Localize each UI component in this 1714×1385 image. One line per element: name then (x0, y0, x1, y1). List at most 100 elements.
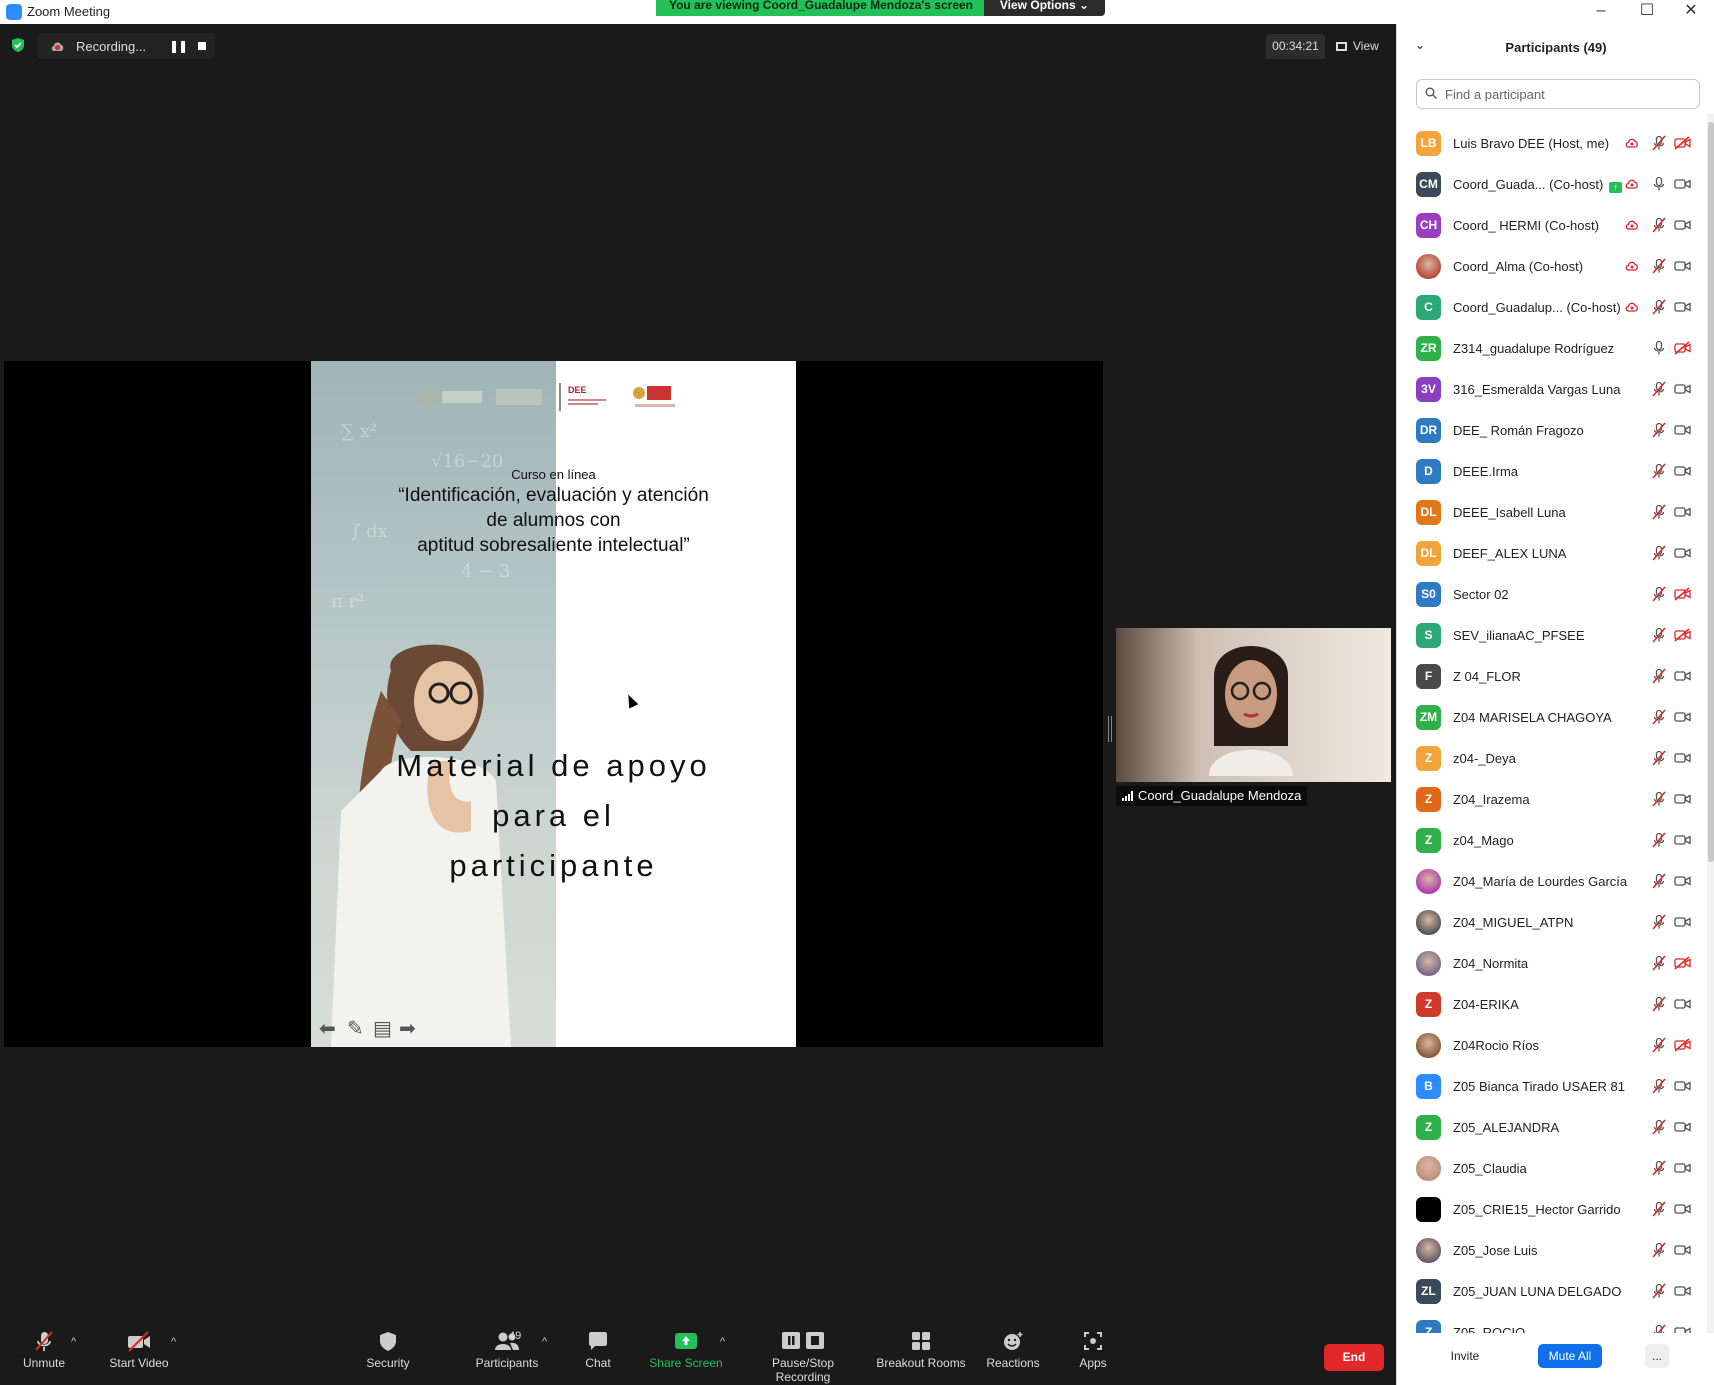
video-icon[interactable] (1674, 1161, 1691, 1175)
participants-scrollbar[interactable] (1707, 114, 1714, 1334)
view-button[interactable]: View (1336, 34, 1388, 59)
video-off-icon[interactable] (1674, 956, 1691, 970)
share-options-caret-icon[interactable]: ^ (720, 1336, 725, 1348)
participant-row[interactable]: ZR Z314_guadalupe Rodríguez (1397, 328, 1707, 369)
participant-row[interactable]: F Z 04_FLOR (1397, 656, 1707, 697)
participant-row[interactable]: DL DEEE_Isabell Luna (1397, 492, 1707, 533)
view-options-button[interactable]: View Options ⌄ (984, 0, 1105, 16)
mute-all-button[interactable]: Mute All (1538, 1344, 1602, 1368)
participant-row[interactable]: CM Coord_Guada... (Co-host) ↑ (1397, 164, 1707, 205)
mic-muted-icon[interactable] (1651, 791, 1667, 807)
video-icon[interactable] (1674, 792, 1691, 806)
breakout-rooms-button[interactable]: Breakout Rooms (876, 1330, 966, 1370)
mic-muted-icon[interactable] (1651, 545, 1667, 561)
video-icon[interactable] (1674, 751, 1691, 765)
video-icon[interactable] (1674, 300, 1691, 314)
mic-muted-icon[interactable] (1651, 873, 1667, 889)
mic-muted-icon[interactable] (1651, 504, 1667, 520)
minimize-button[interactable]: – (1578, 0, 1624, 24)
mic-muted-icon[interactable] (1651, 955, 1667, 971)
resize-handle[interactable] (1108, 716, 1112, 742)
mic-muted-icon[interactable] (1651, 299, 1667, 315)
mic-muted-icon[interactable] (1651, 996, 1667, 1012)
participant-row[interactable]: D DEEE.Irma (1397, 451, 1707, 492)
end-meeting-button[interactable]: End (1324, 1344, 1384, 1371)
participant-row[interactable]: Z04Rocio Ríos (1397, 1025, 1707, 1066)
video-icon[interactable] (1674, 259, 1691, 273)
video-icon[interactable] (1674, 874, 1691, 888)
previous-slide-icon[interactable]: ⬅ (319, 1016, 336, 1041)
participant-row[interactable]: Coord_Alma (Co-host) (1397, 246, 1707, 287)
participants-options-caret-icon[interactable]: ^ (542, 1336, 547, 1348)
mic-muted-icon[interactable] (1651, 422, 1667, 438)
participant-row[interactable]: Z Z05_ROCIO (1397, 1312, 1707, 1333)
participant-row[interactable]: B Z05 Bianca Tirado USAER 81 (1397, 1066, 1707, 1107)
participant-row[interactable]: LB Luis Bravo DEE (Host, me) (1397, 123, 1707, 164)
participant-row[interactable]: DL DEEF_ALEX LUNA (1397, 533, 1707, 574)
video-off-icon[interactable] (1674, 1038, 1691, 1052)
more-options-button[interactable]: ... (1645, 1344, 1669, 1368)
participant-video-tile[interactable] (1116, 628, 1391, 782)
mic-muted-icon[interactable] (1651, 463, 1667, 479)
mic-icon[interactable] (1651, 176, 1667, 192)
chat-button[interactable]: Chat (582, 1330, 614, 1370)
participant-row[interactable]: Z04_María de Lourdes García (1397, 861, 1707, 902)
participant-row[interactable]: S SEV_ilianaAC_PFSEE (1397, 615, 1707, 656)
participant-row[interactable]: Z04_Normita (1397, 943, 1707, 984)
participant-row[interactable]: CH Coord_ HERMI (Co-host) (1397, 205, 1707, 246)
stop-recording-icon[interactable] (198, 42, 206, 50)
participant-row[interactable]: Zz04_Mago (1397, 820, 1707, 861)
video-off-icon[interactable] (1674, 628, 1691, 642)
participant-row[interactable]: Z05_CRIE15_Hector Garrido (1397, 1189, 1707, 1230)
menu-icon[interactable]: ▤ (373, 1016, 392, 1041)
video-icon[interactable] (1674, 423, 1691, 437)
participant-row[interactable]: Z05_Claudia (1397, 1148, 1707, 1189)
mic-muted-icon[interactable] (1651, 668, 1667, 684)
mic-muted-icon[interactable] (1651, 1119, 1667, 1135)
mic-muted-icon[interactable] (1651, 1201, 1667, 1217)
participant-row[interactable]: Zz04-_Deya (1397, 738, 1707, 779)
next-slide-icon[interactable]: ➡ (399, 1016, 416, 1041)
mic-muted-icon[interactable] (1651, 1324, 1667, 1333)
mic-muted-icon[interactable] (1651, 1078, 1667, 1094)
reactions-button[interactable]: Reactions (984, 1330, 1042, 1370)
participant-row[interactable]: Z Z05_ALEJANDRA (1397, 1107, 1707, 1148)
video-icon[interactable] (1674, 669, 1691, 683)
video-icon[interactable] (1674, 464, 1691, 478)
mic-muted-icon[interactable] (1651, 586, 1667, 602)
mic-muted-icon[interactable] (1651, 258, 1667, 274)
video-icon[interactable] (1674, 1120, 1691, 1134)
mic-muted-icon[interactable] (1651, 914, 1667, 930)
unmute-button[interactable]: Unmute (18, 1330, 70, 1370)
mic-muted-icon[interactable] (1651, 135, 1667, 151)
pause-recording-icon[interactable]: ❚❚ (169, 39, 188, 53)
video-icon[interactable] (1674, 1079, 1691, 1093)
mic-muted-icon[interactable] (1651, 217, 1667, 233)
mic-icon[interactable] (1651, 340, 1667, 356)
video-icon[interactable] (1674, 382, 1691, 396)
video-icon[interactable] (1674, 833, 1691, 847)
close-window-button[interactable]: ✕ (1668, 0, 1714, 24)
scrollbar-thumb[interactable] (1708, 122, 1714, 862)
participant-row[interactable]: ZL Z05_JUAN LUNA DELGADO (1397, 1271, 1707, 1312)
video-icon[interactable] (1674, 177, 1691, 191)
video-icon[interactable] (1674, 997, 1691, 1011)
video-off-icon[interactable] (1674, 341, 1691, 355)
share-screen-button[interactable]: Share Screen (649, 1330, 723, 1370)
apps-button[interactable]: Apps (1077, 1330, 1109, 1370)
participant-row[interactable]: Z Z04-ERIKA (1397, 984, 1707, 1025)
video-icon[interactable] (1674, 218, 1691, 232)
participant-row[interactable]: DR DEE_ Román Fragozo (1397, 410, 1707, 451)
mic-muted-icon[interactable] (1651, 1160, 1667, 1176)
pause-stop-recording-button[interactable]: Pause/Stop Recording (743, 1330, 863, 1384)
video-icon[interactable] (1674, 546, 1691, 560)
start-video-button[interactable]: Start Video (104, 1330, 174, 1370)
mic-muted-icon[interactable] (1651, 627, 1667, 643)
audio-options-caret-icon[interactable]: ^ (71, 1336, 76, 1348)
participant-row[interactable]: 3V 316_Esmeralda Vargas Luna (1397, 369, 1707, 410)
mic-muted-icon[interactable] (1651, 832, 1667, 848)
security-button[interactable]: Security (364, 1330, 412, 1370)
pen-icon[interactable]: ✎ (347, 1016, 364, 1041)
shield-icon[interactable] (10, 37, 26, 53)
mic-muted-icon[interactable] (1651, 1283, 1667, 1299)
